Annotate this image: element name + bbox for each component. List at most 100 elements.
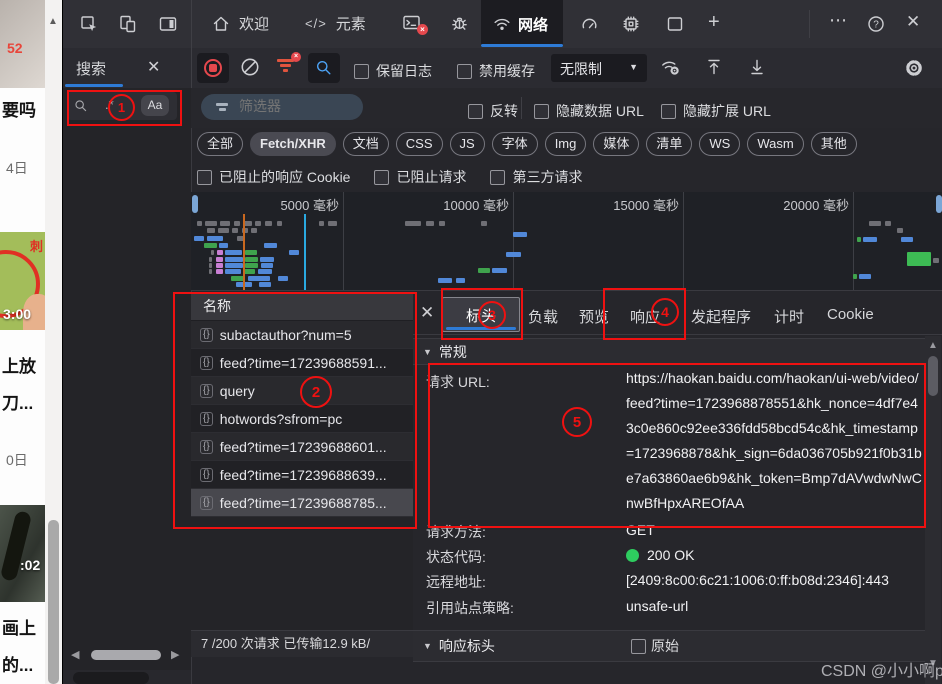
tab-headers[interactable]: 标头 xyxy=(442,297,520,332)
waterfall-bar xyxy=(209,269,212,274)
filter-icon[interactable]: × xyxy=(275,59,295,74)
tab-cookies[interactable]: Cookie xyxy=(827,306,874,323)
raw-headers-checkbox[interactable]: 原始 xyxy=(631,636,679,656)
blocked-response-cookies-checkbox[interactable]: 已阻止的响应 Cookie xyxy=(197,167,350,187)
request-details-panel: ✕ 标头 负载 预览 响应 发起程序 计时 Cookie ▼ 常规 请求 URL… xyxy=(413,292,942,684)
video-title[interactable]: 的... xyxy=(2,651,33,676)
close-search-icon[interactable]: ✕ xyxy=(147,57,160,77)
debugger-bug-icon[interactable] xyxy=(449,13,470,33)
video-title[interactable]: 要吗 xyxy=(2,96,36,121)
network-settings-gear-icon[interactable] xyxy=(903,57,925,79)
invert-checkbox[interactable]: 反转 xyxy=(468,101,518,121)
network-conditions-icon[interactable] xyxy=(659,57,681,77)
page-scrollbar-thumb[interactable] xyxy=(48,520,59,684)
scroll-up-arrow-icon[interactable]: ▲ xyxy=(48,16,58,27)
chip-ws[interactable]: WS xyxy=(699,132,740,156)
blocked-requests-checkbox[interactable]: 已阻止请求 xyxy=(374,167,466,187)
tab-initiator[interactable]: 发起程序 xyxy=(691,306,751,327)
dock-side-icon[interactable] xyxy=(158,14,178,34)
chip-img[interactable]: Img xyxy=(545,132,587,156)
help-icon[interactable]: ? xyxy=(866,14,886,34)
tab-search-label[interactable]: 搜索 xyxy=(76,58,106,79)
chip-other[interactable]: 其他 xyxy=(811,132,857,156)
waterfall-bar xyxy=(216,269,223,274)
filter-input-pill[interactable] xyxy=(201,94,363,120)
request-row[interactable]: {}feed?time=17239688591... xyxy=(191,349,413,377)
hide-extension-urls-checkbox[interactable]: 隐藏扩展 URL xyxy=(661,101,771,121)
request-name: feed?time=17239688639... xyxy=(220,467,387,483)
video-title[interactable]: 画上 xyxy=(2,614,36,639)
more-tabs-plus-icon[interactable]: + xyxy=(708,12,720,32)
chip-font[interactable]: 字体 xyxy=(492,132,538,156)
overview-right-handle[interactable] xyxy=(936,195,942,213)
hscroll-left-arrow-icon[interactable]: ◀ xyxy=(71,648,79,661)
video-duration: 3:00 xyxy=(3,306,31,322)
import-har-icon[interactable] xyxy=(704,57,724,77)
checkbox-icon xyxy=(457,64,472,79)
video-title[interactable]: 刀... xyxy=(2,389,33,414)
application-icon[interactable] xyxy=(665,14,685,34)
tab-elements[interactable]: </> 元素 xyxy=(305,13,366,34)
video-thumbnail[interactable]: 52 xyxy=(0,0,45,88)
video-thumbnail[interactable]: :02 xyxy=(0,505,45,602)
waterfall-bar xyxy=(225,250,242,255)
request-row-selected[interactable]: {}feed?time=17239688785... xyxy=(191,489,413,517)
details-scrollbar-thumb[interactable] xyxy=(928,356,938,396)
export-har-icon[interactable] xyxy=(747,57,767,77)
tab-response[interactable]: 响应 xyxy=(630,306,660,327)
tab-welcome[interactable]: 欢迎 xyxy=(211,13,269,34)
chip-all[interactable]: 全部 xyxy=(197,132,243,156)
third-party-requests-checkbox[interactable]: 第三方请求 xyxy=(490,167,582,187)
details-scrollbar[interactable]: ▲ ▼ xyxy=(925,336,941,684)
tab-payload[interactable]: 负载 xyxy=(528,306,558,327)
disable-cache-checkbox[interactable]: 禁用缓存 xyxy=(457,61,535,81)
preserve-log-checkbox[interactable]: 保留日志 xyxy=(354,61,432,81)
throttling-select[interactable]: 无限制 ▼ xyxy=(551,54,647,82)
hscroll-thumb[interactable] xyxy=(91,650,161,660)
inspect-element-icon[interactable] xyxy=(79,14,99,34)
tab-preview[interactable]: 预览 xyxy=(579,306,609,327)
search-input[interactable]: .* Aa xyxy=(67,92,177,120)
search-icon xyxy=(73,98,89,114)
request-row[interactable]: {}hotwords?sfrom=pc xyxy=(191,405,413,433)
performance-gauge-icon[interactable] xyxy=(579,14,600,34)
more-options-icon[interactable]: ⋯ xyxy=(829,10,847,31)
hide-data-urls-label: 隐藏数据 URL xyxy=(556,101,644,121)
filter-input[interactable] xyxy=(237,97,356,115)
scroll-up-arrow-icon[interactable]: ▲ xyxy=(928,340,938,351)
tab-console-icon[interactable]: × xyxy=(401,13,422,33)
video-thumbnail[interactable]: 刺 3:00 xyxy=(0,232,45,330)
column-header-name[interactable]: 名称 xyxy=(191,292,413,321)
case-sensitive-toggle[interactable]: Aa xyxy=(141,95,169,116)
tab-elements-label: 元素 xyxy=(336,13,366,34)
chip-fetch-xhr[interactable]: Fetch/XHR xyxy=(250,132,336,156)
clear-network-log-icon[interactable] xyxy=(239,56,261,78)
close-devtools-icon[interactable]: ✕ xyxy=(906,12,920,32)
memory-chip-icon[interactable] xyxy=(621,14,641,34)
chip-doc[interactable]: 文档 xyxy=(343,132,389,156)
thumbnail-tag: 刺 xyxy=(30,236,43,255)
request-row[interactable]: {}query xyxy=(191,377,413,405)
section-general[interactable]: ▼ 常规 xyxy=(413,338,925,365)
chip-css[interactable]: CSS xyxy=(396,132,443,156)
chip-media[interactable]: 媒体 xyxy=(593,132,639,156)
record-network-button[interactable] xyxy=(197,53,229,83)
search-network-button[interactable] xyxy=(308,53,340,83)
device-emulation-icon[interactable] xyxy=(117,14,137,34)
request-row[interactable]: {}feed?time=17239688601... xyxy=(191,433,413,461)
waterfall-bar xyxy=(216,263,223,268)
request-row[interactable]: {}feed?time=17239688639... xyxy=(191,461,413,489)
chip-wasm[interactable]: Wasm xyxy=(747,132,803,156)
hscroll-right-arrow-icon[interactable]: ▶ xyxy=(171,648,179,661)
tab-network[interactable]: 网络 xyxy=(481,0,563,47)
tab-timing[interactable]: 计时 xyxy=(774,306,804,327)
overview-left-handle[interactable] xyxy=(192,195,198,213)
chip-manifest[interactable]: 清单 xyxy=(646,132,692,156)
chip-js[interactable]: JS xyxy=(450,132,485,156)
close-details-icon[interactable]: ✕ xyxy=(420,303,434,323)
hide-data-urls-checkbox[interactable]: 隐藏数据 URL xyxy=(534,101,644,121)
network-overview-timeline[interactable]: 5000 毫秒10000 毫秒15000 毫秒20000 毫秒 xyxy=(191,192,942,291)
regex-toggle[interactable]: .* xyxy=(105,97,114,112)
video-title[interactable]: 上放 xyxy=(2,352,36,377)
request-row[interactable]: {}subactauthor?num=5 xyxy=(191,321,413,349)
